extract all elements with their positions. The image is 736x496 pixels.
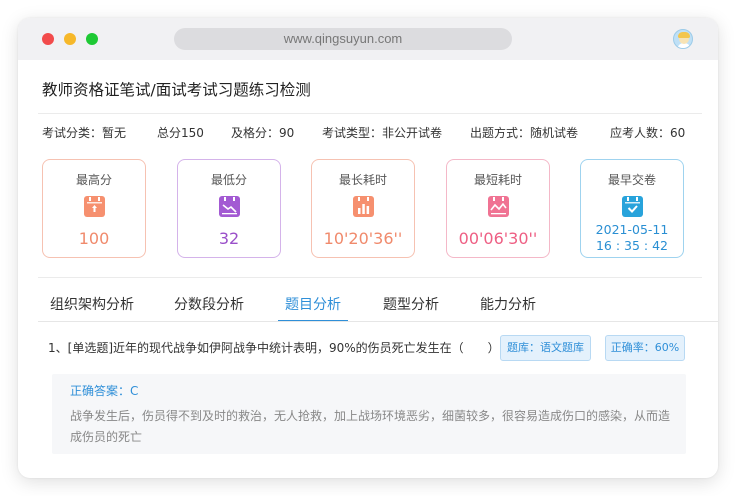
stat-card-longest-time: 最长耗时 10'20'36'' xyxy=(311,159,415,258)
close-window-button[interactable] xyxy=(42,33,54,45)
stat-label: 最高分 xyxy=(75,173,112,187)
stat-label: 最短耗时 xyxy=(473,173,522,187)
total-score: 总分150 xyxy=(157,126,204,140)
tab-score-range-analysis[interactable]: 分数段分析 xyxy=(174,294,244,314)
correct-answer: 正确答案：C xyxy=(70,384,139,398)
stat-value: 10'20'36'' xyxy=(323,229,403,248)
stat-value-date: 2021-05-11 xyxy=(595,222,669,237)
user-avatar[interactable] xyxy=(673,29,693,49)
exam-category: 考试分类：暂无 xyxy=(42,126,127,140)
answer-explanation: 战争发生后，伤员得不到及时的救治，无人抢救，加上战场环境恶劣，细菌较多，很容易造… xyxy=(70,409,671,444)
examinee-count: 应考人数：60 xyxy=(610,126,686,140)
page-title: 教师资格证笔试/面试考试习题练习检测 xyxy=(42,81,311,99)
question-text: 1、[单选题]近年的现代战争如伊阿战争中统计表明，90%的伤员死亡发生在（ ） xyxy=(48,341,500,355)
bar-chart-icon xyxy=(353,196,374,217)
stat-label: 最低分 xyxy=(210,173,247,187)
trend-down-icon xyxy=(219,196,240,217)
stat-card-lowest-score: 最低分 32 xyxy=(177,159,281,258)
check-calendar-icon xyxy=(622,196,643,217)
browser-window: www.qingsuyun.com 教师资格证笔试/面试考试习题练习检测 考试分… xyxy=(18,18,718,478)
correct-rate-tag: 正确率：60% xyxy=(605,335,685,361)
stat-value-time: 16 : 35 : 42 xyxy=(595,238,669,253)
question-mode: 出题方式：随机试卷 xyxy=(470,126,579,140)
divider xyxy=(38,277,702,278)
tab-ability-analysis[interactable]: 能力分析 xyxy=(480,294,536,314)
tabs-divider xyxy=(38,321,718,322)
tab-question-analysis[interactable]: 题目分析 xyxy=(285,294,341,314)
maximize-window-button[interactable] xyxy=(86,33,98,45)
trophy-calendar-icon xyxy=(84,196,105,217)
minimize-window-button[interactable] xyxy=(64,33,76,45)
tab-org-analysis[interactable]: 组织架构分析 xyxy=(50,294,134,314)
question-bank-tag: 题库：语文题库 xyxy=(500,335,591,361)
address-bar[interactable]: www.qingsuyun.com xyxy=(174,28,512,50)
exam-info-row: 考试分类：暂无 总分150 及格分：90 考试类型：非公开试卷 出题方式：随机试… xyxy=(18,124,718,142)
tab-question-type-analysis[interactable]: 题型分析 xyxy=(383,294,439,314)
exam-type: 考试类型：非公开试卷 xyxy=(322,126,443,140)
pass-score: 及格分：90 xyxy=(231,126,295,140)
stat-card-earliest-submission: 最早交卷 2021-05-11 16 : 35 : 42 xyxy=(580,159,684,258)
answer-panel: 正确答案：C 战争发生后，伤员得不到及时的救治，无人抢救，加上战场环境恶劣，细菌… xyxy=(52,374,686,454)
analysis-tabs: 组织架构分析 分数段分析 题目分析 题型分析 能力分析 xyxy=(18,286,718,322)
stat-value: 00'06'30'' xyxy=(458,229,538,248)
stat-card-highest-score: 最高分 100 xyxy=(42,159,146,258)
line-chart-icon xyxy=(488,196,509,217)
stat-card-shortest-time: 最短耗时 00'06'30'' xyxy=(446,159,550,258)
browser-titlebar: www.qingsuyun.com xyxy=(18,18,718,60)
divider xyxy=(38,113,702,114)
stat-label: 最长耗时 xyxy=(338,173,387,187)
stat-value: 32 xyxy=(218,229,240,248)
stat-value: 100 xyxy=(78,229,110,248)
stat-label: 最早交卷 xyxy=(607,173,656,187)
